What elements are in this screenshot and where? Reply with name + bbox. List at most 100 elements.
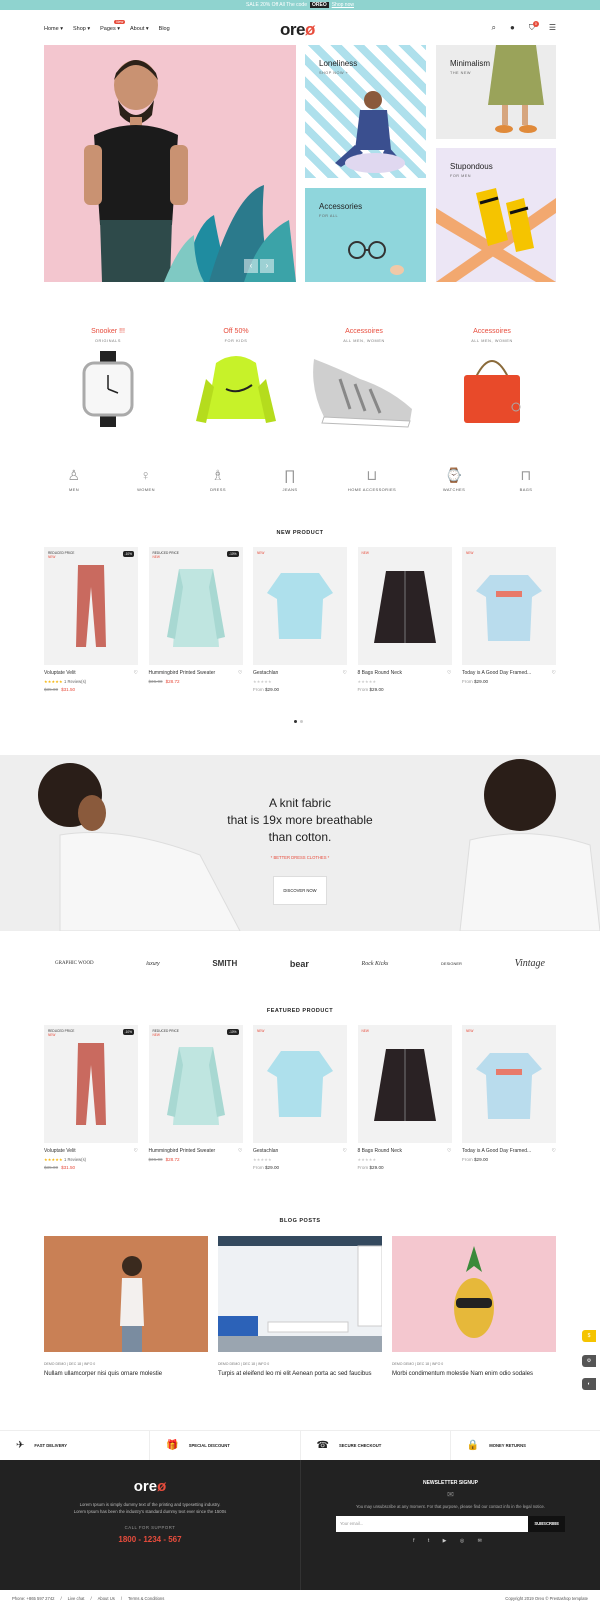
terms-link[interactable]: Terms & Conditions — [128, 1596, 164, 1601]
product-name[interactable]: Voluptate Velit — [44, 1148, 76, 1154]
nav-home[interactable]: Home ▾ — [44, 26, 63, 32]
nav-shop[interactable]: Shop ▾ — [73, 26, 90, 32]
product-name[interactable]: Today is A Good Day Framed... — [462, 670, 531, 676]
product-card[interactable]: NEW Gestachlan ♡ ★★★★★ From $29.00 — [253, 547, 347, 692]
product-image[interactable]: NEW — [357, 547, 452, 665]
logo[interactable]: oreø — [280, 20, 315, 40]
blog-post[interactable]: DEMO DEMO | DEC 18 | INFO 0 Nullam ullam… — [44, 1236, 208, 1378]
discover-now-button[interactable]: DISCOVER NOW — [273, 876, 327, 905]
brand-logo[interactable]: SMITH — [212, 959, 237, 968]
hero-tile-minimalism[interactable]: Minimalism THE NEW — [436, 45, 556, 139]
email-input[interactable]: Your email... — [336, 1516, 529, 1532]
about-us-link[interactable]: About Us — [98, 1596, 115, 1601]
category-home-accessories[interactable]: ⊔ HOME ACCESSORIES — [332, 467, 412, 492]
heart-icon[interactable]: ♡ — [238, 670, 242, 676]
heart-icon[interactable]: ♡ — [552, 1148, 556, 1154]
user-icon[interactable]: ● — [510, 23, 515, 33]
blog-image[interactable] — [218, 1236, 383, 1352]
nav-blog[interactable]: Blog — [159, 26, 170, 32]
side-widget[interactable]: ⚙ — [582, 1355, 596, 1367]
category-card[interactable]: Snooker !!! ORIGINALS — [44, 328, 172, 434]
brand-logo[interactable]: Rock Kicks — [362, 961, 389, 967]
product-name[interactable]: Hummingbird Printed Sweater — [149, 1148, 216, 1154]
brand-logo[interactable]: luxury — [146, 961, 159, 967]
side-widget[interactable]: ◐ — [582, 1378, 596, 1390]
product-image[interactable]: NEW — [253, 547, 347, 665]
blog-post[interactable]: DEMO DEMO | DEC 18 | INFO 0 Morbi condim… — [392, 1236, 556, 1378]
blog-title[interactable]: Morbi condimentum molestie Nam enim odio… — [392, 1370, 556, 1378]
subscribe-button[interactable]: SUBSCRIBE — [528, 1516, 565, 1532]
product-image[interactable]: REDUCED PRICE NEW -10% — [148, 1025, 243, 1143]
hero-tile-stupondous[interactable]: Stupondous FOR MEN — [436, 148, 556, 282]
product-image[interactable]: REDUCED PRICE NEW -10% — [44, 1025, 138, 1143]
product-name[interactable]: Gestachlan — [253, 670, 278, 676]
blog-image[interactable] — [392, 1236, 556, 1352]
category-card[interactable]: Accessoires ALL MEN, WOMEN — [300, 328, 428, 434]
category-men[interactable]: ♙ MEN — [44, 467, 104, 492]
product-card[interactable]: REDUCED PRICE NEW -10% Voluptate Velit ♡ ★… — [44, 1025, 138, 1170]
social-icons[interactable]: f t ▶ ◎ ✉ — [301, 1538, 600, 1544]
hero-tile-accessories[interactable]: Accessories FOR ALL — [305, 188, 426, 282]
product-card[interactable]: REDUCED PRICE NEW -10% Hummingbird Printe… — [148, 547, 243, 692]
blog-image[interactable] — [44, 1236, 208, 1352]
support-phone[interactable]: 1800 - 1234 - 567 — [0, 1535, 300, 1544]
heart-icon[interactable]: ♡ — [447, 1148, 451, 1154]
heart-icon[interactable]: ♡ — [134, 1148, 138, 1154]
product-image[interactable]: REDUCED PRICE NEW -10% — [44, 547, 138, 665]
hero-next-arrow[interactable]: › — [260, 259, 274, 273]
hero-main[interactable]: ‹ › — [44, 45, 296, 282]
product-image[interactable]: NEW — [253, 1025, 347, 1143]
category-jeans[interactable]: ∏ JEANS — [260, 467, 320, 492]
carousel-dot[interactable] — [294, 720, 297, 723]
product-name[interactable]: Voluptate Velit — [44, 670, 76, 676]
nav-about[interactable]: About ▾ — [130, 26, 149, 32]
product-image[interactable]: NEW — [357, 1025, 452, 1143]
carousel-dot[interactable] — [300, 720, 303, 723]
hero-prev-arrow[interactable]: ‹ — [244, 259, 258, 273]
product-image[interactable]: REDUCED PRICE NEW -10% — [148, 547, 243, 665]
menu-icon[interactable]: ☰ — [549, 23, 556, 33]
product-name[interactable]: 8 Bags Round Neck — [358, 1148, 402, 1154]
product-name[interactable]: Hummingbird Printed Sweater — [149, 670, 216, 676]
brand-logo[interactable]: DESIGNER — [441, 961, 462, 966]
product-card[interactable]: NEW 8 Bags Round Neck ♡ ★★★★★ From $29.00 — [357, 1025, 452, 1170]
brand-logo[interactable]: GRAPHIC WOOD — [55, 961, 94, 966]
blog-post[interactable]: DEMO DEMO | DEC 18 | INFO 0 Turpis at el… — [218, 1236, 383, 1378]
cart-icon[interactable]: ⛉ 0 — [529, 21, 539, 33]
heart-icon[interactable]: ♡ — [134, 670, 138, 676]
product-image[interactable]: NEW — [462, 547, 556, 665]
shop-now-link[interactable]: Shop now — [332, 2, 354, 8]
category-card[interactable]: Off 50% FOR KIDS — [172, 328, 300, 434]
product-card[interactable]: NEW Today is A Good Day Framed... ♡ From … — [462, 1025, 556, 1170]
category-bags[interactable]: ⊓ BAGS — [496, 467, 556, 492]
product-card[interactable]: REDUCED PRICE NEW -10% Voluptate Velit ♡ ★… — [44, 547, 138, 692]
heart-icon[interactable]: ♡ — [447, 670, 451, 676]
product-card[interactable]: NEW Today is A Good Day Framed... ♡ From … — [462, 547, 556, 692]
product-card[interactable]: NEW 8 Bags Round Neck ♡ ★★★★★ From $29.00 — [357, 547, 452, 692]
side-widget[interactable]: $ — [582, 1330, 596, 1342]
heart-icon[interactable]: ♡ — [343, 1148, 347, 1154]
live-chat-link[interactable]: Live chat — [68, 1596, 85, 1601]
category-watches[interactable]: ⌚ WATCHES — [424, 467, 484, 492]
hero-model-image — [84, 60, 296, 282]
blog-title[interactable]: Nullam ullamcorper nisi quis ornare mole… — [44, 1370, 208, 1378]
hero-tile-loneliness[interactable]: Loneliness SHOP NOW + — [305, 45, 426, 178]
blog-title[interactable]: Turpis at eleifend leo mi elit Aenean po… — [218, 1370, 382, 1378]
heart-icon[interactable]: ♡ — [238, 1148, 242, 1154]
category-dress[interactable]: ♗ DRESS — [188, 467, 248, 492]
heart-icon[interactable]: ♡ — [343, 670, 347, 676]
product-card[interactable]: REDUCED PRICE NEW -10% Hummingbird Printe… — [148, 1025, 243, 1170]
product-image[interactable]: NEW — [462, 1025, 556, 1143]
heart-icon[interactable]: ♡ — [552, 670, 556, 676]
nav-pages[interactable]: Pages ▾ New — [100, 20, 126, 32]
footer-logo[interactable]: oreø — [0, 1478, 300, 1495]
brand-logo[interactable]: bear — [290, 959, 309, 969]
search-icon[interactable]: ⌕ — [492, 23, 496, 33]
category-card[interactable]: Accessoires ALL MEN, WOMEN — [428, 328, 556, 434]
product-name[interactable]: 8 Bags Round Neck — [358, 670, 402, 676]
product-name[interactable]: Today is A Good Day Framed... — [462, 1148, 531, 1154]
product-name[interactable]: Gestachlan — [253, 1148, 278, 1154]
product-card[interactable]: NEW Gestachlan ♡ ★★★★★ From $29.00 — [253, 1025, 347, 1170]
brand-logo[interactable]: Vintage — [515, 958, 545, 969]
category-women[interactable]: ♀ WOMEN — [116, 467, 176, 492]
